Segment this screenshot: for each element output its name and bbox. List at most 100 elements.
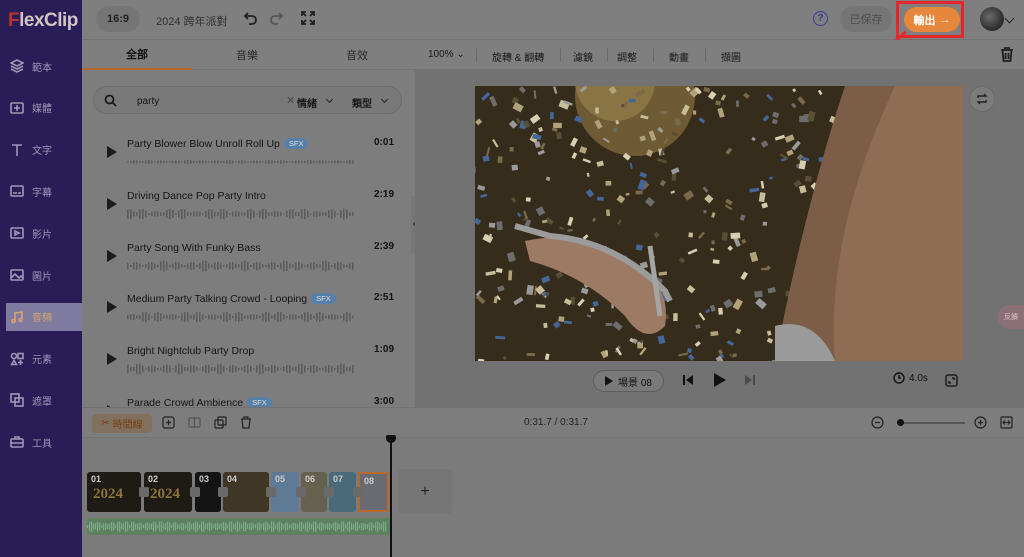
fit-timeline-button[interactable] — [1000, 416, 1013, 429]
play-icon[interactable] — [107, 249, 117, 262]
track-duration: 1:09 — [374, 344, 395, 356]
tab-music[interactable]: 音樂 — [192, 40, 302, 70]
transition-icon[interactable] — [266, 487, 276, 497]
waveform — [127, 363, 354, 375]
play-icon[interactable] — [107, 146, 117, 158]
zoom-in-button[interactable] — [974, 416, 987, 429]
close-icon[interactable]: ✕ — [286, 94, 295, 107]
sidebar-item-overlay[interactable]: 遮罩 — [6, 386, 82, 414]
transition-icon[interactable] — [353, 487, 363, 497]
crop-button[interactable]: 擷圖 — [721, 49, 741, 64]
track-title: Party Blower Blow Unroll Roll Up — [127, 138, 280, 150]
sidebar-item-image[interactable]: 圖片 — [6, 261, 82, 289]
search-bar[interactable]: party ✕ 情緒 類型 — [93, 86, 402, 114]
play-button[interactable] — [713, 372, 727, 391]
track-duration: 3:00 — [374, 396, 395, 407]
zoom-select[interactable]: 100% ⌄ — [428, 49, 465, 60]
timeline-clip[interactable]: 2024 02 — [144, 472, 192, 512]
playhead[interactable] — [386, 435, 396, 557]
video-preview[interactable] — [475, 86, 963, 361]
delete-button[interactable] — [1000, 47, 1014, 62]
track-item[interactable]: Driving Dance Pop Party Intro 2:19 — [82, 180, 415, 232]
scene-selector[interactable]: 場景 08 — [593, 370, 664, 392]
timeline-button[interactable]: ✂ 時間線 — [92, 414, 152, 433]
media-icon — [10, 101, 24, 114]
sfx-badge: SFX — [311, 293, 336, 305]
track-item[interactable]: Party Song With Funky Bass 2:39 — [82, 232, 415, 284]
add-scene-button[interactable] — [162, 416, 175, 429]
play-icon[interactable] — [107, 301, 117, 314]
next-scene-button[interactable] — [744, 374, 756, 389]
sidebar-item-label: 工具 — [32, 438, 52, 450]
rotate-flip-button[interactable]: 旋轉 & 翻轉 — [492, 49, 544, 64]
animation-button[interactable]: 動畫 — [669, 49, 689, 64]
add-box-icon — [162, 416, 175, 429]
redo-button[interactable] — [269, 10, 285, 26]
duration-value: 4.0s — [909, 372, 928, 384]
tab-sound-effects[interactable]: 音效 — [302, 40, 412, 70]
previous-scene-button[interactable] — [682, 374, 694, 389]
clip-number: 05 — [275, 474, 286, 484]
flexclip-logo[interactable]: FlexClip — [8, 10, 78, 32]
track-item[interactable]: Bright Nightclub Party Drop 1:09 — [82, 335, 415, 387]
zoom-slider-handle[interactable] — [897, 419, 904, 426]
mood-filter[interactable]: 情緒 — [297, 95, 317, 110]
split-icon — [188, 417, 201, 428]
sidebar-item-subtitle[interactable]: 字幕 — [6, 177, 82, 205]
transition-icon[interactable] — [139, 487, 149, 497]
divider — [560, 48, 561, 62]
sidebar-item-text[interactable]: 文字 — [6, 136, 82, 164]
track-item[interactable]: Parade Crowd Ambience SFX 3:00 — [82, 387, 415, 407]
timeline-clip[interactable]: 2024 01 — [87, 472, 141, 512]
sidebar-item-label: 文字 — [32, 146, 52, 158]
scene-duration[interactable]: 4.0s — [893, 372, 928, 384]
chevron-down-icon[interactable] — [1004, 13, 1015, 24]
split-button[interactable] — [188, 416, 201, 429]
tab-all[interactable]: 全部 — [82, 40, 192, 70]
track-item[interactable]: Party Blower Blow Unroll Roll Up SFX 0:01 — [82, 128, 415, 180]
clip-number: 02 — [148, 474, 159, 484]
transition-icon[interactable] — [190, 487, 200, 497]
sidebar-item-media[interactable]: 媒體 — [6, 94, 82, 122]
sidebar-item-label: 元素 — [32, 355, 52, 367]
add-clip-button[interactable]: + — [398, 469, 452, 514]
export-button[interactable]: 輸出 → — [904, 7, 960, 32]
timeline: 2024 01 2024 02 03 04 05 06 07 08 + — [82, 435, 1024, 557]
genre-filter[interactable]: 類型 — [352, 95, 372, 110]
search-input[interactable]: party — [137, 96, 159, 107]
filter-button[interactable]: 濾鏡 — [573, 49, 593, 64]
sidebar-item-video[interactable]: 影片 — [6, 219, 82, 247]
timeline-label: 時間線 — [112, 420, 143, 431]
clip-number: 01 — [91, 474, 102, 484]
replace-media-button[interactable] — [969, 86, 995, 112]
delete-scene-button[interactable] — [240, 416, 252, 429]
project-name[interactable]: 2024 跨年派對 — [156, 13, 228, 29]
trash-icon — [241, 416, 251, 429]
chevron-down-icon: ⌄ — [456, 49, 465, 60]
transition-icon[interactable] — [218, 487, 228, 497]
track-item[interactable]: Medium Party Talking Crowd - Looping SFX 2… — [82, 283, 415, 335]
help-icon[interactable]: ? — [813, 11, 828, 26]
play-icon[interactable] — [107, 353, 117, 366]
fullscreen-editor-button[interactable] — [300, 10, 316, 26]
export-label: 輸出 — [913, 14, 936, 27]
zoom-slider[interactable] — [897, 419, 965, 426]
audio-track[interactable] — [87, 518, 391, 535]
undo-button[interactable] — [242, 10, 258, 26]
transition-icon[interactable] — [296, 487, 306, 497]
transition-icon[interactable] — [324, 487, 334, 497]
avatar[interactable] — [980, 7, 1004, 31]
feedback-button[interactable]: 反饋 — [998, 305, 1024, 329]
fullscreen-preview-button[interactable] — [945, 374, 958, 390]
sidebar-item-tools[interactable]: 工具 — [6, 428, 82, 456]
adjust-button[interactable]: 調整 — [617, 49, 637, 64]
zoom-out-button[interactable] — [871, 416, 884, 429]
sidebar-item-elements[interactable]: 元素 — [6, 345, 82, 373]
duplicate-button[interactable] — [214, 416, 227, 429]
sidebar-item-music[interactable]: 音頻 — [6, 302, 82, 331]
timeline-clip[interactable]: 04 — [223, 472, 269, 512]
fit-width-icon — [1000, 416, 1013, 429]
aspect-ratio-button[interactable]: 16:9 — [96, 6, 140, 32]
play-icon[interactable] — [107, 197, 117, 210]
sidebar-item-layers[interactable]: 範本 — [6, 52, 82, 80]
